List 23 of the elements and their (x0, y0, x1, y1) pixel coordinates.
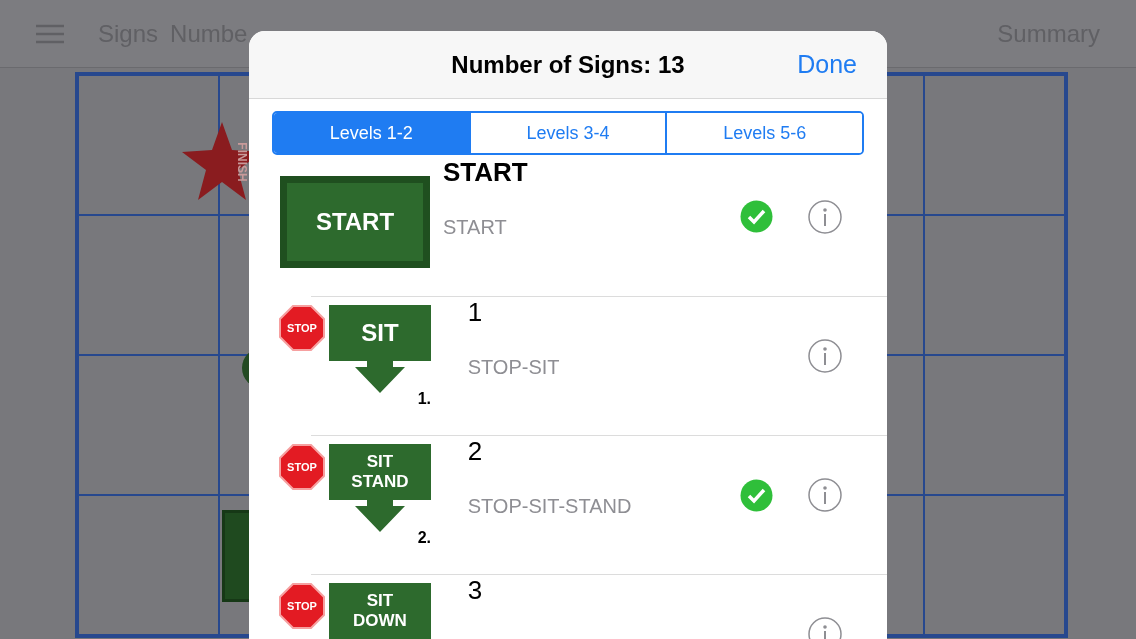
sign-title: START (443, 156, 529, 189)
stop-sign: STOP (279, 305, 325, 351)
sign-subtitle: START (443, 215, 508, 240)
arrow-sign: SIT STAND (329, 444, 431, 532)
start-sign: START (281, 176, 429, 267)
sign-title: 2 (467, 435, 484, 468)
sign-title: 3 (467, 574, 484, 607)
sign-subtitle: STOP-SIT (467, 355, 561, 380)
arrow-sign: SIT (329, 305, 431, 393)
info-icon[interactable] (808, 199, 842, 234)
sign-subtitle: STOP-SIT-STAND (467, 494, 633, 519)
info-icon[interactable] (808, 339, 842, 373)
level-tab[interactable]: Levels 1-2 (274, 113, 469, 153)
arrow-sign: SIT DOWN (329, 583, 431, 639)
check-icon (740, 200, 773, 233)
done-button[interactable]: Done (797, 45, 857, 84)
sign-title: 1 (467, 296, 484, 329)
info-icon[interactable] (808, 478, 842, 512)
dialog-title: Number of Signs: 13 (451, 49, 685, 80)
check-icon (740, 478, 773, 512)
stop-sign: STOP (279, 444, 325, 490)
stop-sign: STOP (279, 583, 325, 629)
level-tab[interactable]: Levels 5-6 (665, 113, 862, 153)
